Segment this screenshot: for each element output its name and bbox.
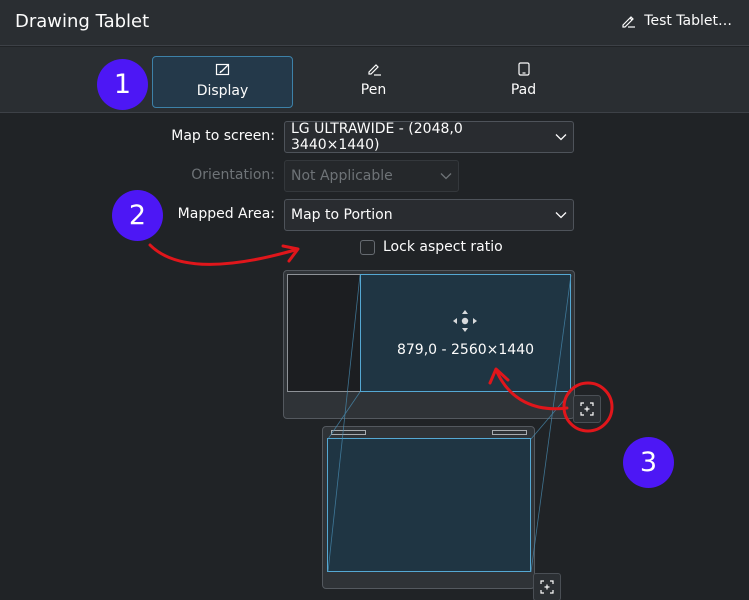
fit-monitor-area-button[interactable] [573, 395, 601, 423]
lock-aspect-ratio-checkbox[interactable]: Lock aspect ratio [360, 239, 503, 255]
lock-aspect-ratio-label: Lock aspect ratio [383, 239, 503, 255]
test-tablet-button[interactable]: Test Tablet… [621, 13, 732, 29]
tablet-indicator-right [492, 430, 527, 435]
header: Drawing Tablet Test Tablet… [0, 0, 749, 46]
map-to-screen-value: LG ULTRAWIDE - (2048,0 3440×1440) [291, 121, 463, 153]
chevron-down-icon [440, 173, 452, 180]
fit-tablet-area-button[interactable] [533, 573, 561, 600]
orientation-value: Not Applicable [291, 168, 393, 184]
orientation-select[interactable]: Not Applicable [284, 160, 459, 192]
fit-area-icon [580, 402, 594, 416]
tab-pad[interactable]: Pad [453, 56, 594, 108]
fit-area-icon [540, 580, 554, 594]
tab-pen-label: Pen [360, 82, 387, 98]
map-to-screen-label: Map to screen: [171, 128, 275, 144]
tablet-active-area[interactable] [327, 438, 531, 572]
chevron-down-icon [555, 212, 567, 219]
map-to-screen-select[interactable]: LG ULTRAWIDE - (2048,0 3440×1440) [284, 121, 574, 153]
mapped-area-value: Map to Portion [291, 207, 393, 223]
orientation-label: Orientation: [191, 167, 275, 183]
tab-pen[interactable]: Pen [303, 56, 444, 108]
pencil-icon [622, 16, 636, 28]
annotation-badge-1: 1 [97, 59, 148, 110]
pen-icon [367, 64, 381, 76]
mapped-area-select[interactable]: Map to Portion [284, 199, 574, 231]
tablet-pad-icon [517, 62, 530, 76]
tablet-indicator-left [331, 430, 366, 435]
annotation-badge-3: 3 [623, 437, 674, 488]
mapped-area-coordinates: 879,0 - 2560×1440 [396, 342, 535, 358]
tab-display[interactable]: Display [152, 56, 293, 108]
test-tablet-label: Test Tablet… [644, 13, 732, 29]
tab-pad-label: Pad [510, 82, 537, 98]
annotation-badge-2: 2 [112, 190, 163, 241]
tab-display-label: Display [196, 83, 249, 99]
checkbox-box[interactable] [360, 239, 375, 255]
display-settings-icon [215, 63, 229, 76]
move-arrows-icon[interactable] [451, 308, 479, 334]
page-title: Drawing Tablet [15, 11, 150, 32]
chevron-down-icon [555, 134, 567, 141]
